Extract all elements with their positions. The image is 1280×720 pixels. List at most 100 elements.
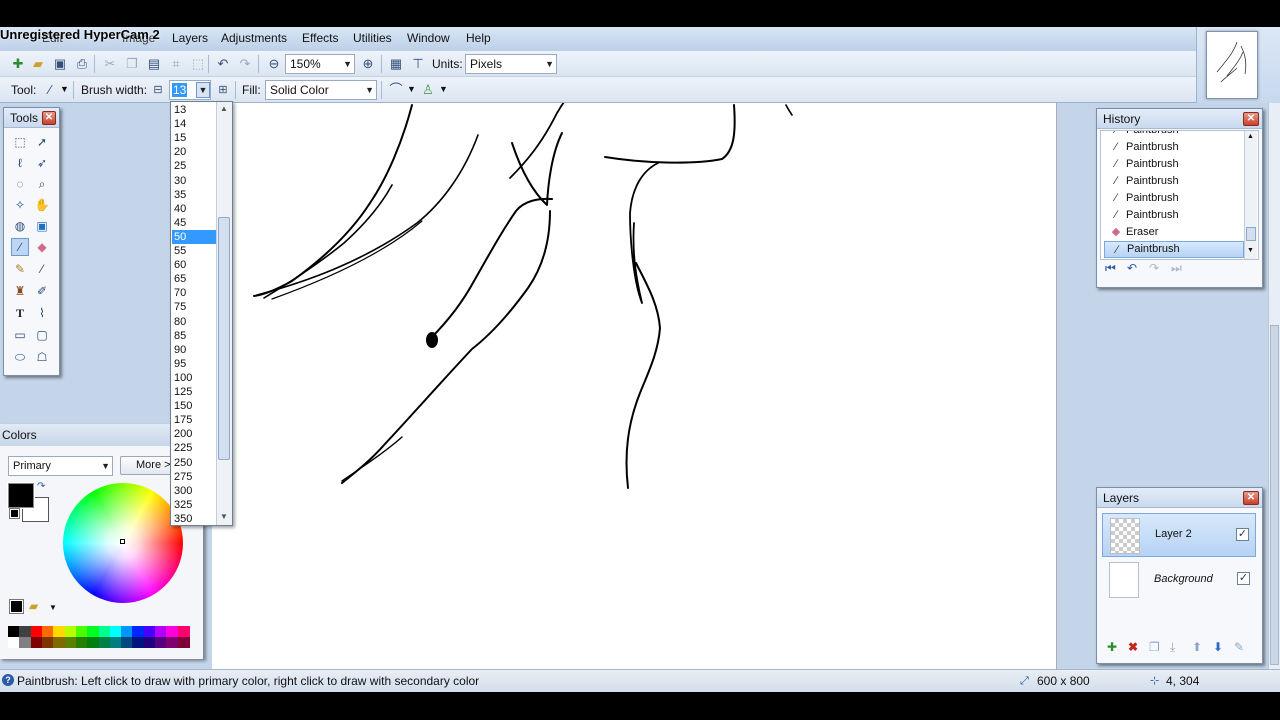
fill-combo[interactable]: Solid Color ▼ <box>265 80 377 100</box>
brush-width-option[interactable]: 95 <box>172 357 216 371</box>
palette-swatch[interactable] <box>53 637 66 648</box>
history-titlebar[interactable]: History ✕ <box>1097 109 1262 129</box>
paintbrush-icon[interactable]: ∕ <box>11 238 29 256</box>
history-item[interactable]: ∕ Paintbrush <box>1104 139 1244 156</box>
history-item[interactable]: ◆ Eraser <box>1104 224 1244 241</box>
brush-width-option[interactable]: 325 <box>172 498 216 512</box>
palette-swatch[interactable] <box>19 626 32 637</box>
close-icon[interactable]: ✕ <box>1243 491 1259 505</box>
brush-width-scrollbar[interactable]: ▲ ▼ <box>216 102 232 525</box>
move-layer-down-icon[interactable]: ⬇ <box>1213 640 1223 654</box>
palette-swatch[interactable] <box>30 637 43 648</box>
fast-forward-to-end-icon[interactable]: ⏭ <box>1171 261 1182 276</box>
drawing-canvas[interactable] <box>212 98 1057 669</box>
palette-swatch[interactable] <box>98 637 111 648</box>
zoom-in-icon[interactable]: ⊕ <box>360 56 376 72</box>
move-icon[interactable]: ➶ <box>33 154 51 172</box>
palette-swatch[interactable] <box>166 626 179 637</box>
swap-colors-icon[interactable]: ↷ <box>37 481 45 492</box>
chevron-up-icon[interactable]: ▲ <box>1247 133 1254 140</box>
chevron-down-icon[interactable]: ▼ <box>196 82 210 98</box>
chevron-down-icon[interactable]: ▼ <box>407 84 416 94</box>
palette-swatch[interactable] <box>177 637 190 648</box>
decrease-width-icon[interactable]: ⊟ <box>150 82 166 98</box>
zoom-combo[interactable]: 150% ▼ <box>285 54 355 74</box>
move-selection-icon[interactable]: ➚ <box>33 133 51 151</box>
gradient-icon[interactable]: ▣ <box>33 217 51 235</box>
palette-swatch[interactable] <box>8 626 20 637</box>
layer-visibility-checkbox[interactable]: ✓ <box>1237 572 1250 585</box>
history-scrollbar[interactable]: ▲ ▼ <box>1244 131 1257 259</box>
crop-to-selection-icon[interactable]: ⌗ <box>168 56 184 72</box>
brush-width-option[interactable]: 15 <box>172 131 216 145</box>
brush-width-option[interactable]: 40 <box>172 202 216 216</box>
pencil-icon[interactable]: ✎ <box>11 260 29 278</box>
layer-visibility-checkbox[interactable]: ✓ <box>1236 528 1249 541</box>
brush-width-option[interactable]: 45 <box>172 216 216 230</box>
history-item[interactable]: ∕ Paintbrush <box>1104 207 1244 224</box>
menu-window[interactable]: Window <box>407 31 450 45</box>
history-item[interactable]: ∕ Paintbrush <box>1104 190 1244 207</box>
chevron-down-icon[interactable]: ▼ <box>49 603 57 612</box>
tools-titlebar[interactable]: Tools ✕ <box>4 108 59 128</box>
brush-width-option[interactable]: 30 <box>172 174 216 188</box>
palette-swatch[interactable] <box>64 637 77 648</box>
clone-stamp-icon[interactable]: ♜ <box>11 282 29 300</box>
brush-width-option[interactable]: 50 <box>172 229 216 244</box>
brush-width-option[interactable]: 175 <box>172 413 216 427</box>
freeform-shape-icon[interactable]: ☖ <box>33 348 51 366</box>
palette-swatch[interactable] <box>87 637 100 648</box>
palette-swatch[interactable] <box>109 626 122 637</box>
copy-icon[interactable]: ❐ <box>124 56 140 72</box>
palette-swatch[interactable] <box>41 637 54 648</box>
paste-icon[interactable]: ▤ <box>146 56 162 72</box>
add-layer-icon[interactable]: ✚ <box>1107 640 1117 654</box>
palette-color-icon[interactable] <box>9 599 24 614</box>
duplicate-layer-icon[interactable]: ❐ <box>1149 640 1160 654</box>
new-file-icon[interactable]: ✚ <box>10 56 26 72</box>
brush-width-option[interactable]: 75 <box>172 300 216 314</box>
palette-swatch[interactable] <box>53 626 66 637</box>
ruler-icon[interactable]: ⊤ <box>410 56 426 72</box>
brush-width-option[interactable]: 250 <box>172 456 216 470</box>
primary-color-swatch[interactable] <box>7 482 35 509</box>
brush-width-option[interactable]: 125 <box>172 385 216 399</box>
brush-width-option[interactable]: 275 <box>172 470 216 484</box>
antialiasing-icon[interactable]: ⌒ <box>388 82 404 98</box>
brush-width-option[interactable]: 35 <box>172 188 216 202</box>
rectangle-icon[interactable]: ▭ <box>11 326 29 344</box>
layer-row[interactable]: Background ✓ <box>1102 558 1256 602</box>
palette-swatch[interactable] <box>132 626 145 637</box>
move-layer-up-icon[interactable]: ⬆ <box>1192 640 1202 654</box>
layer-properties-icon[interactable]: ✎ <box>1234 640 1244 654</box>
units-combo[interactable]: Pixels ▼ <box>465 54 557 74</box>
rectangle-select-icon[interactable]: ⬚ <box>11 133 29 151</box>
undo-icon[interactable]: ↶ <box>215 56 231 72</box>
brush-width-option[interactable]: 350 <box>172 512 216 526</box>
open-folder-icon[interactable]: ▰ <box>30 56 46 72</box>
palette-swatch[interactable] <box>109 637 122 648</box>
chevron-down-icon[interactable]: ▼ <box>60 84 69 94</box>
palette-swatch[interactable] <box>143 637 156 648</box>
recolor-icon[interactable]: ✐ <box>33 282 51 300</box>
brush-width-option[interactable]: 225 <box>172 441 216 455</box>
print-icon[interactable]: ⎙ <box>74 56 90 72</box>
color-picker-icon[interactable]: ⁄ <box>33 260 51 278</box>
brush-width-option[interactable]: 100 <box>172 371 216 385</box>
brush-width-option[interactable]: 90 <box>172 343 216 357</box>
rounded-rectangle-icon[interactable]: ▢ <box>33 326 51 344</box>
brush-width-option[interactable]: 55 <box>172 244 216 258</box>
zoom-icon[interactable]: ⌕ <box>33 175 51 193</box>
workspace-scrollbar-thumb[interactable] <box>1270 325 1279 665</box>
color-mode-combo[interactable]: Primary ▼ <box>8 456 113 476</box>
menu-effects[interactable]: Effects <box>302 31 338 45</box>
brush-width-option[interactable]: 25 <box>172 159 216 173</box>
palette-swatch[interactable] <box>30 626 43 637</box>
merge-layer-down-icon[interactable]: ⤓ <box>1170 640 1175 655</box>
rewind-to-start-icon[interactable]: ⏮ <box>1105 261 1116 276</box>
cut-icon[interactable]: ✂ <box>102 56 118 72</box>
ellipse-select-icon[interactable]: ◌ <box>11 175 29 193</box>
palette-swatch[interactable] <box>155 626 168 637</box>
brush-width-option[interactable]: 80 <box>172 315 216 329</box>
layers-titlebar[interactable]: Layers ✕ <box>1097 488 1262 508</box>
